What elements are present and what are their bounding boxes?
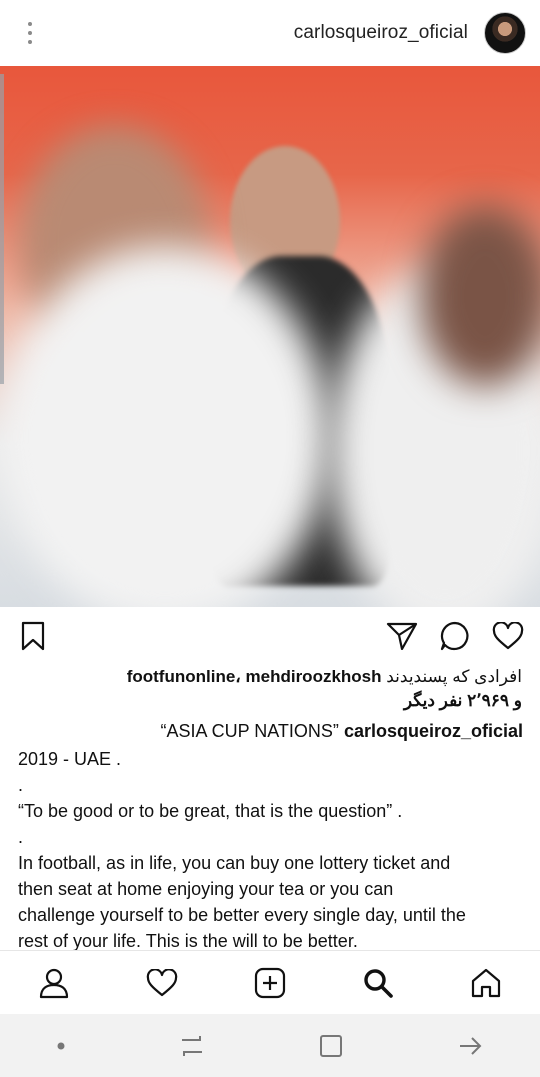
heart-icon[interactable] <box>146 969 178 997</box>
heart-icon[interactable] <box>492 622 524 650</box>
caption-line: 2019 - UAE . <box>18 749 122 769</box>
avatar[interactable] <box>484 12 526 54</box>
likes-line-1: افرادی که پسندیدند footfunonline، mehdir… <box>17 665 522 689</box>
likes-count[interactable]: و ۲٬۹۶۹ نفر دیگر <box>404 691 522 710</box>
back-icon[interactable] <box>456 1034 484 1058</box>
kebab-menu-icon[interactable] <box>18 18 42 48</box>
bookmark-icon[interactable] <box>20 621 46 651</box>
caption-line: . <box>18 827 24 847</box>
send-icon[interactable] <box>386 622 418 650</box>
username[interactable]: carlosqueiroz_oficial <box>294 22 468 44</box>
search-icon[interactable] <box>362 967 394 999</box>
likes-line-2: و ۲٬۹۶۹ نفر دیگر <box>17 689 522 713</box>
caption-username[interactable]: carlosqueiroz_oficial <box>344 721 523 741</box>
liked-by-names[interactable]: footfunonline، mehdiroozkhosh <box>127 667 382 686</box>
post-header: carlosqueiroz_oficial <box>0 0 540 66</box>
profile-icon[interactable] <box>38 967 70 999</box>
scroll-indicator <box>0 74 4 384</box>
caption-line: then seat at home enjoying your tea or y… <box>18 879 394 899</box>
caption-line: In football, as in life, you can buy one… <box>18 853 451 873</box>
dot-icon[interactable] <box>56 1041 66 1051</box>
comment-icon[interactable] <box>440 621 470 651</box>
caption-line: “To be good or to be great, that is the … <box>18 801 403 821</box>
square-icon[interactable] <box>318 1033 344 1059</box>
caption-line: challenge yourself to be better every si… <box>18 905 466 925</box>
post-actions <box>0 607 540 665</box>
bottom-navigation <box>0 950 540 1015</box>
post-image[interactable] <box>0 66 540 607</box>
add-icon[interactable] <box>254 967 286 999</box>
likes-summary[interactable]: افرادی که پسندیدند footfunonline، mehdir… <box>17 665 522 713</box>
user-info[interactable]: carlosqueiroz_oficial <box>294 12 526 54</box>
recents-icon[interactable] <box>178 1034 206 1058</box>
likes-prefix: افرادی که پسندیدند <box>386 667 522 686</box>
caption-header: “ASIA CUP NATIONS” carlosqueiroz_oficial <box>18 718 523 744</box>
system-navigation <box>0 1014 540 1077</box>
post-caption: “ASIA CUP NATIONS” carlosqueiroz_oficial… <box>18 718 523 954</box>
home-icon[interactable] <box>470 967 502 999</box>
caption-line: . <box>18 775 24 795</box>
caption-title: “ASIA CUP NATIONS” <box>160 721 339 741</box>
